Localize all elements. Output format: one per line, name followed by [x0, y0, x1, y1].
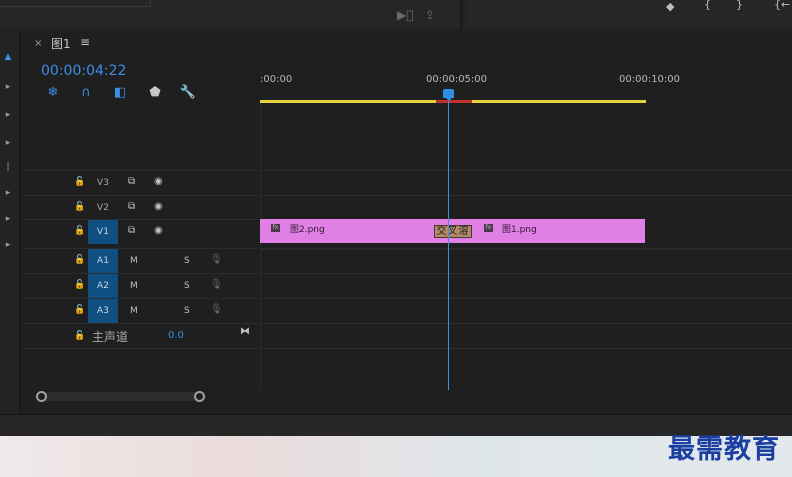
mute-button[interactable]: M — [130, 281, 138, 291]
lock-icon[interactable]: 🔓 — [74, 331, 85, 341]
track-lane-master — [260, 323, 792, 349]
track-label-v3[interactable]: V3 — [88, 171, 118, 195]
render-bar — [436, 100, 472, 103]
solo-button[interactable]: S — [184, 256, 190, 266]
close-tab-icon[interactable]: × — [34, 38, 42, 49]
ruler-label-10s: 00:00:10:00 — [619, 74, 681, 85]
marker-icon[interactable]: ⬟ — [146, 85, 164, 101]
master-volume-value[interactable]: 0.0 — [168, 330, 184, 341]
track-row-v1: 🔓 V1 ⧉ ◉ — [24, 219, 258, 244]
track-label-v1[interactable]: V1 — [88, 220, 118, 244]
microphone-icon[interactable]: 🎙 — [210, 304, 223, 315]
track-label-a2[interactable]: A2 — [88, 274, 118, 298]
slip-tool-icon[interactable]: | — [1, 160, 15, 174]
track-label-v2[interactable]: V2 — [88, 196, 118, 220]
microphone-icon[interactable]: 🎙 — [210, 254, 223, 265]
pen-tool-icon[interactable]: ▸ — [1, 186, 15, 200]
playhead-timecode[interactable]: 00:00:04:22 — [41, 63, 126, 79]
scroll-handle-left[interactable] — [36, 391, 47, 402]
mute-button[interactable]: M — [130, 306, 138, 316]
lock-icon[interactable]: 🔓 — [74, 202, 85, 212]
watermark: 最需教育 — [668, 434, 780, 465]
master-track-label: 主声道 — [92, 330, 129, 344]
hand-tool-icon[interactable]: ▸ — [1, 212, 15, 226]
track-label-a1[interactable]: A1 — [88, 249, 118, 273]
fx-badge: fx — [484, 224, 493, 232]
panel-edge — [0, 0, 151, 7]
panel-menu-icon[interactable]: ≡ — [80, 35, 90, 49]
track-lane-v2 — [260, 195, 792, 220]
track-row-a1: 🔓 A1 M S 🎙 — [24, 248, 258, 273]
timeline-zoom-scrollbar[interactable] — [36, 392, 206, 401]
wrench-icon[interactable]: 🔧 — [179, 85, 197, 101]
go-to-end-icon[interactable]: ⧓ — [240, 326, 250, 337]
solo-button[interactable]: S — [184, 281, 190, 291]
sequence-tab[interactable]: 图1 — [51, 35, 71, 52]
ruler-label-5s: 00:00:05:00 — [426, 74, 488, 85]
track-row-v2: 🔓 V2 ⧉ ◉ — [24, 195, 258, 220]
film-icon[interactable]: ⧉ — [128, 176, 135, 187]
fx-badge: fx — [271, 224, 280, 232]
track-select-tool-icon[interactable]: ▸ — [1, 80, 15, 94]
track-lane-a2 — [260, 273, 792, 298]
solo-button[interactable]: S — [184, 306, 190, 316]
playhead-tip — [445, 97, 453, 101]
film-icon[interactable]: ⧉ — [128, 201, 135, 212]
snowflake-icon[interactable]: ❄ — [44, 85, 62, 101]
clip-name-second: 图1.png — [502, 225, 537, 235]
lock-icon[interactable]: 🔓 — [74, 255, 85, 265]
track-lane-a1 — [260, 248, 792, 274]
track-row-a2: 🔓 A2 M S 🎙 — [24, 273, 258, 298]
track-row-v3: 🔓 V3 ⧉ ◉ — [24, 170, 258, 195]
lock-icon[interactable]: 🔓 — [74, 177, 85, 187]
eye-icon[interactable]: ◉ — [154, 201, 163, 212]
cross-dissolve-transition[interactable]: 交叉溶 — [434, 225, 472, 238]
razor-tool-icon[interactable]: ▸ — [1, 136, 15, 150]
scroll-handle-right[interactable] — [194, 391, 205, 402]
type-tool-icon[interactable]: ▸ — [1, 238, 15, 252]
track-label-a3[interactable]: A3 — [88, 299, 118, 323]
add-marker-icon[interactable]: ◆ — [666, 0, 674, 13]
lock-icon[interactable]: 🔓 — [74, 226, 85, 236]
track-row-a3: 🔓 A3 M S 🎙 — [24, 298, 258, 323]
mute-button[interactable]: M — [130, 256, 138, 266]
eye-icon[interactable]: ◉ — [154, 225, 163, 236]
export-frame-icon[interactable]: ▶⃞ — [397, 8, 413, 22]
mark-in-icon[interactable]: { — [704, 0, 711, 11]
lock-icon[interactable]: 🔓 — [74, 305, 85, 315]
magnet-icon[interactable]: ∩ — [77, 85, 95, 101]
track-row-master: 🔓 主声道 0.0 ⧓ — [24, 323, 258, 349]
eye-icon[interactable]: ◉ — [154, 176, 163, 187]
selection-tool-icon[interactable]: ▲ — [1, 50, 15, 64]
playhead-line[interactable] — [448, 101, 449, 390]
track-lane-v3 — [260, 170, 792, 195]
lock-icon[interactable]: 🔓 — [74, 280, 85, 290]
track-lane-a3 — [260, 298, 792, 323]
film-icon[interactable]: ⧉ — [128, 225, 135, 236]
lane-divider — [260, 348, 792, 349]
microphone-icon[interactable]: 🎙 — [210, 279, 223, 290]
program-monitor-panel — [466, 0, 792, 28]
go-to-in-icon[interactable]: {← — [774, 0, 790, 11]
ruler-label-start: :00:00 — [260, 74, 293, 85]
lift-icon[interactable]: ⇪ — [425, 8, 435, 22]
ripple-edit-tool-icon[interactable]: ▸ — [1, 108, 15, 122]
linked-selection-icon[interactable]: ◧ — [111, 85, 129, 101]
mark-out-icon[interactable]: } — [736, 0, 743, 11]
clip-name-first: 图2.png — [290, 225, 325, 235]
row-divider — [24, 348, 258, 349]
